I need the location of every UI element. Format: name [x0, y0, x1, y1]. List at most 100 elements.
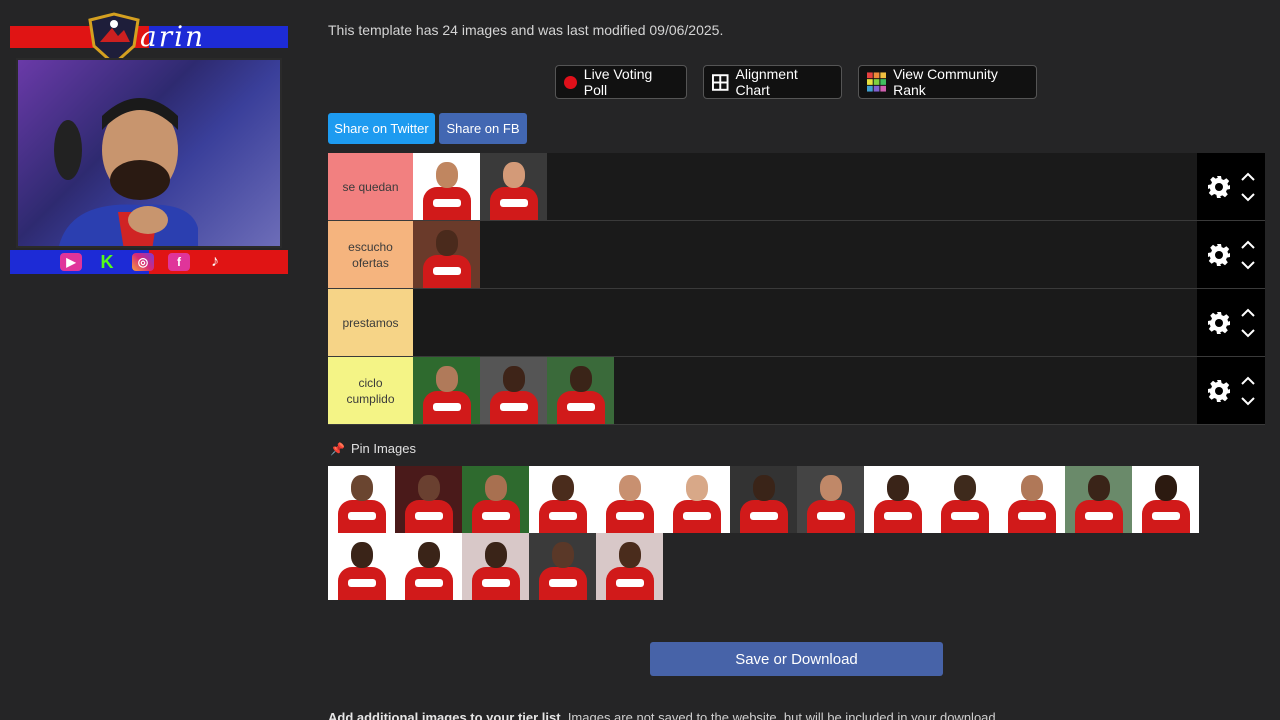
pool-player-image[interactable]: [730, 466, 797, 533]
alignment-chart-button[interactable]: Alignment Chart: [703, 65, 842, 99]
overlay-social-bar: ▶ K ◎ f ♪: [10, 250, 288, 274]
pool-player-image[interactable]: [395, 466, 462, 533]
streamer-name: arin: [140, 20, 206, 53]
tier-items-dropzone[interactable]: [413, 357, 1197, 424]
chevron-down-icon[interactable]: [1241, 328, 1255, 338]
gear-icon[interactable]: [1207, 311, 1231, 335]
jersey-sponsor-logo: [951, 512, 979, 520]
jersey-sponsor-logo: [1085, 512, 1113, 520]
tier-items-dropzone[interactable]: [413, 153, 1197, 220]
share-twitter-button[interactable]: Share on Twitter: [328, 113, 435, 144]
tier-label[interactable]: prestamos: [328, 289, 413, 356]
chevron-up-icon[interactable]: [1241, 308, 1255, 317]
player-head: [503, 162, 525, 188]
template-info-text: This template has 24 images and was last…: [328, 22, 724, 38]
pin-images-toggle[interactable]: 📌 Pin Images: [330, 441, 416, 456]
tier-row: se quedan: [328, 153, 1265, 221]
tier-items-dropzone[interactable]: [413, 289, 1197, 356]
tier-controls: [1197, 153, 1265, 220]
pool-player-image[interactable]: [462, 466, 529, 533]
jersey-sponsor-logo: [482, 512, 510, 520]
jersey-sponsor-logo: [433, 199, 461, 207]
jersey-sponsor-logo: [1152, 512, 1180, 520]
jersey-sponsor-logo: [500, 403, 528, 411]
gear-icon[interactable]: [1207, 175, 1231, 199]
tier-label[interactable]: ciclo cumplido: [328, 357, 413, 424]
player-head: [570, 366, 592, 392]
tier-player-image[interactable]: [480, 153, 547, 220]
pool-player-image[interactable]: [663, 466, 730, 533]
tier-player-image[interactable]: [413, 153, 480, 220]
jersey-sponsor-logo: [433, 403, 461, 411]
pool-player-image[interactable]: [529, 466, 596, 533]
tier-label[interactable]: se quedan: [328, 153, 413, 220]
pool-player-image[interactable]: [328, 466, 395, 533]
jersey-sponsor-logo: [348, 579, 376, 587]
tier-move-arrows: [1241, 308, 1255, 338]
player-head: [351, 542, 373, 568]
tier-colors-icon: [867, 72, 887, 92]
tier-move-arrows: [1241, 376, 1255, 406]
pool-player-image[interactable]: [529, 533, 596, 600]
pool-player-image[interactable]: [931, 466, 998, 533]
youtube-icon: ▶: [60, 253, 82, 271]
player-head: [1088, 475, 1110, 501]
tier-player-image[interactable]: [413, 221, 480, 288]
player-head: [436, 230, 458, 256]
jersey-sponsor-logo: [817, 512, 845, 520]
jersey-sponsor-logo: [567, 403, 595, 411]
pool-player-image[interactable]: [596, 533, 663, 600]
player-head: [954, 475, 976, 501]
jersey-sponsor-logo: [683, 512, 711, 520]
add-images-footnote: Add additional images to your tier list.…: [328, 710, 1000, 720]
chevron-down-icon[interactable]: [1241, 192, 1255, 202]
kick-icon: K: [100, 251, 114, 272]
gear-icon[interactable]: [1207, 379, 1231, 403]
player-head: [619, 475, 641, 501]
share-fb-button[interactable]: Share on FB: [439, 113, 527, 144]
jersey-sponsor-logo: [348, 512, 376, 520]
tier-player-image[interactable]: [413, 357, 480, 424]
tier-controls: [1197, 289, 1265, 356]
player-head: [418, 542, 440, 568]
chevron-down-icon[interactable]: [1241, 260, 1255, 270]
player-head: [753, 475, 775, 501]
pool-player-image[interactable]: [328, 533, 395, 600]
tier-controls: [1197, 357, 1265, 424]
pool-player-image[interactable]: [1065, 466, 1132, 533]
player-head: [485, 542, 507, 568]
tier-items-dropzone[interactable]: [413, 221, 1197, 288]
player-head: [887, 475, 909, 501]
player-head: [686, 475, 708, 501]
image-pool: [328, 466, 1265, 600]
gear-icon[interactable]: [1207, 243, 1231, 267]
tier-move-arrows: [1241, 240, 1255, 270]
pool-player-image[interactable]: [395, 533, 462, 600]
chevron-up-icon[interactable]: [1241, 172, 1255, 181]
view-community-rank-button[interactable]: View Community Rank: [858, 65, 1037, 99]
pool-player-image[interactable]: [797, 466, 864, 533]
chevron-up-icon[interactable]: [1241, 376, 1255, 385]
streamer-overlay: arin ▶ K ◎ f ♪: [10, 10, 288, 274]
pool-player-image[interactable]: [596, 466, 663, 533]
pool-player-image[interactable]: [1132, 466, 1199, 533]
live-voting-poll-button[interactable]: Live Voting Poll: [555, 65, 687, 99]
player-head: [418, 475, 440, 501]
tier-row: escucho ofertas: [328, 221, 1265, 289]
jersey-sponsor-logo: [1018, 512, 1046, 520]
pool-player-image[interactable]: [462, 533, 529, 600]
tier-player-image[interactable]: [547, 357, 614, 424]
jersey-sponsor-logo: [415, 579, 443, 587]
tier-player-image[interactable]: [480, 357, 547, 424]
save-or-download-button[interactable]: Save or Download: [650, 642, 943, 676]
player-head: [436, 162, 458, 188]
chevron-down-icon[interactable]: [1241, 396, 1255, 406]
player-head: [552, 475, 574, 501]
pool-player-image[interactable]: [864, 466, 931, 533]
tier-list: se quedan escucho ofertas prestamos ciclo c…: [328, 153, 1265, 425]
tier-label[interactable]: escucho ofertas: [328, 221, 413, 288]
pool-player-image[interactable]: [998, 466, 1065, 533]
tier-move-arrows: [1241, 172, 1255, 202]
jersey-sponsor-logo: [549, 579, 577, 587]
chevron-up-icon[interactable]: [1241, 240, 1255, 249]
